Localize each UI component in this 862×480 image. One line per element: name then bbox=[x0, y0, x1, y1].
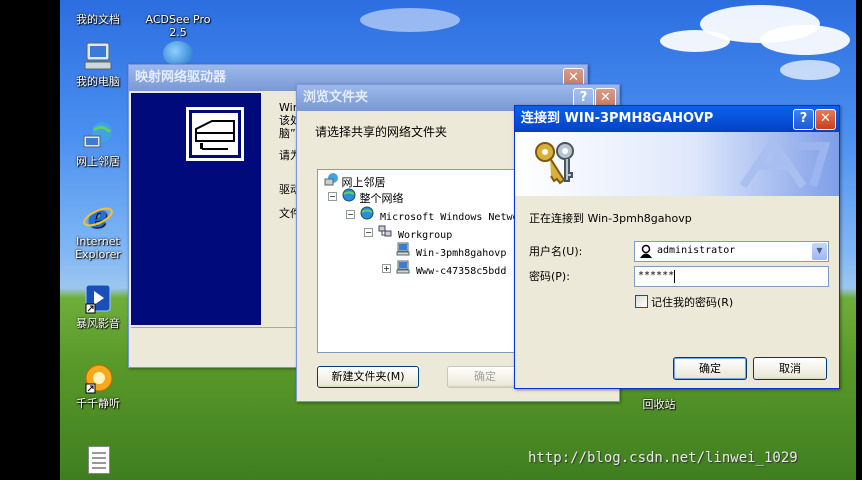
computer-icon bbox=[396, 242, 410, 256]
connect-dialog: 连接到 WIN-3PMH8GAHOVP ? ✕ 正在连接到 Win-3pmh8g… bbox=[514, 105, 840, 389]
tree-expander[interactable]: − bbox=[328, 192, 337, 201]
tree-node-win-3pmh8gahovp[interactable]: Win-3pmh8gahovp bbox=[396, 242, 507, 259]
cloud bbox=[760, 25, 850, 55]
desktop-icon-label: 我的电脑 bbox=[76, 75, 120, 88]
tree-node-label: Microsoft Windows Netwo bbox=[380, 212, 519, 223]
dropdown-arrow-icon[interactable]: ▼ bbox=[812, 243, 827, 260]
dialog-title: 映射网络驱动器 bbox=[135, 70, 227, 85]
ok-button[interactable]: 确定 bbox=[673, 357, 747, 380]
desktop-icon-label: 暴风影音 bbox=[76, 317, 120, 330]
desktop-icon-label: 我的文档 bbox=[76, 13, 120, 26]
keys-icon bbox=[535, 142, 574, 185]
password-value: ****** bbox=[638, 270, 675, 281]
banner-decoration bbox=[739, 136, 831, 189]
screen-edge bbox=[856, 0, 862, 480]
desktop-icon-ttplayer[interactable]: 千千静听 bbox=[63, 362, 133, 410]
password-field[interactable]: ****** bbox=[634, 266, 829, 287]
acdsee-icon bbox=[163, 41, 193, 66]
desktop-icon-my-computer[interactable]: 我的电脑 bbox=[63, 40, 133, 88]
cloud bbox=[780, 60, 840, 80]
dialog-title: 连接到 WIN-3PMH8GAHOVP bbox=[521, 111, 714, 126]
watermark: http://blog.csdn.net/linwei_1029 bbox=[528, 450, 798, 466]
tree-node-entire-network[interactable]: 整个网络 bbox=[342, 188, 404, 205]
network-places-icon bbox=[82, 120, 114, 152]
text-cursor bbox=[674, 270, 675, 283]
new-folder-button[interactable]: 新建文件夹(M) bbox=[317, 366, 419, 388]
ttplayer-icon bbox=[82, 362, 114, 394]
text-document-icon[interactable] bbox=[88, 446, 110, 474]
tree-node-ms-windows-network[interactable]: Microsoft Windows Netwo bbox=[360, 206, 519, 223]
connect-banner bbox=[515, 132, 839, 196]
globe-icon bbox=[342, 188, 356, 202]
tree-expander[interactable]: + bbox=[382, 264, 391, 273]
tree-node-label: Workgroup bbox=[398, 230, 453, 241]
desktop-icon-label: 回收站 bbox=[642, 398, 676, 411]
user-icon bbox=[640, 244, 652, 258]
dialog-title: 浏览文件夹 bbox=[303, 90, 369, 105]
computer-icon bbox=[396, 260, 410, 274]
help-button[interactable]: ? bbox=[793, 109, 814, 130]
tree-node-label: Www-c47358c5bdd bbox=[416, 266, 507, 277]
ok-button[interactable]: 确定 bbox=[447, 366, 523, 388]
internet-explorer-icon: e bbox=[82, 200, 114, 235]
tree-node-label: Win-3pmh8gahovp bbox=[416, 248, 507, 259]
connecting-text: 正在连接到 Win-3pmh8gahovp bbox=[529, 212, 692, 225]
desktop-icon-label: ACDSee Pro 2.5 bbox=[145, 13, 211, 39]
baofeng-icon bbox=[82, 282, 114, 314]
tree-node-www-c47358c5bdd[interactable]: Www-c47358c5bdd bbox=[396, 260, 507, 277]
desktop-icon-internet-explorer[interactable]: e Internet Explorer bbox=[63, 200, 133, 261]
desktop-icon-label: 千千静听 bbox=[76, 397, 120, 410]
desktop-icon-network-places[interactable]: 网上邻居 bbox=[63, 120, 133, 168]
username-value: administrator bbox=[657, 245, 736, 256]
browse-prompt: 请选择共享的网络文件夹 bbox=[315, 125, 448, 139]
desktop-icon-my-documents[interactable]: 我的文档 bbox=[63, 0, 133, 26]
globe-icon bbox=[360, 206, 374, 220]
tree-node-label: 整个网络 bbox=[359, 192, 404, 205]
desktop-icon-recycle-bin[interactable]: 回收站 bbox=[624, 398, 694, 411]
tree-node-workgroup[interactable]: Workgroup bbox=[378, 224, 453, 241]
folder-tree[interactable]: 网上邻居 − 整个网络 − Microsoft Windows Netwo − … bbox=[317, 169, 529, 353]
workgroup-icon bbox=[378, 225, 392, 237]
cloud bbox=[660, 30, 730, 52]
svg-text:e: e bbox=[88, 200, 107, 232]
username-combobox[interactable]: administrator ▼ bbox=[634, 241, 829, 262]
wizard-side-banner bbox=[131, 93, 261, 325]
cloud bbox=[360, 8, 460, 32]
remember-password-checkbox[interactable] bbox=[635, 295, 648, 308]
tree-expander[interactable]: − bbox=[364, 228, 373, 237]
network-places-icon bbox=[324, 173, 338, 186]
my-documents-icon bbox=[82, 0, 114, 10]
tree-expander[interactable]: − bbox=[346, 210, 355, 219]
desktop-icon-label: 网上邻居 bbox=[76, 155, 120, 168]
cancel-button[interactable]: 取消 bbox=[753, 357, 827, 380]
acdsee-icon bbox=[162, 0, 194, 10]
network-drive-icon bbox=[186, 107, 244, 161]
close-button[interactable]: ✕ bbox=[815, 109, 836, 130]
username-label: 用户名(U): bbox=[529, 245, 583, 258]
password-label: 密码(P): bbox=[529, 270, 570, 283]
remember-password-label[interactable]: 记住我的密码(R) bbox=[651, 294, 733, 310]
title-bar: 连接到 WIN-3PMH8GAHOVP ? ✕ bbox=[515, 106, 839, 132]
desktop-icon-acdsee[interactable]: ACDSee Pro 2.5 bbox=[143, 0, 213, 39]
desktop-icon-baofeng[interactable]: 暴风影音 bbox=[63, 282, 133, 330]
desktop-icon-label: Internet Explorer bbox=[75, 235, 121, 261]
tree-node-network-places[interactable]: 网上邻居 bbox=[324, 172, 386, 189]
my-computer-icon bbox=[82, 40, 114, 72]
